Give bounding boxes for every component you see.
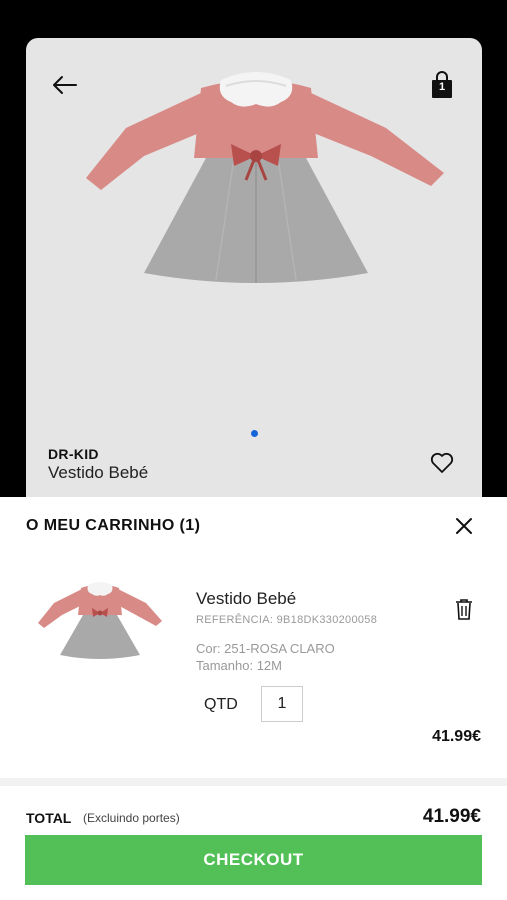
total-label: TOTAL <box>26 810 72 826</box>
cart-item-thumbnail <box>38 582 162 659</box>
product-name: Vestido Bebé <box>48 463 149 482</box>
heart-icon <box>430 452 454 473</box>
product-image <box>86 72 444 283</box>
quantity-input[interactable] <box>261 686 303 722</box>
favorite-button[interactable] <box>430 452 454 474</box>
remove-item-button[interactable] <box>455 598 473 620</box>
close-icon <box>456 518 472 534</box>
trash-icon <box>456 599 472 620</box>
cart-item-price: 41.99€ <box>432 728 481 745</box>
close-cart-button[interactable] <box>455 517 473 535</box>
cart-title: O MEU CARRINHO (1) <box>26 517 201 534</box>
quantity-label: QTD <box>204 696 238 713</box>
cart-sheet: O MEU CARRINHO (1) Vestido Bebé REFERÊNC… <box>0 497 507 900</box>
cart-item-color: Cor: 251-ROSA CLARO <box>196 641 335 656</box>
total-value: 41.99€ <box>422 806 481 827</box>
checkout-button[interactable]: CHECKOUT <box>25 835 482 885</box>
product-brand: DR-KID <box>48 446 99 462</box>
cart-item-reference: REFERÊNCIA: 9B18DK330200058 <box>196 614 378 626</box>
carousel-dot-active[interactable] <box>250 430 258 437</box>
cart-item-size: Tamanho: 12M <box>196 658 282 673</box>
carousel-indicator[interactable] <box>26 430 482 437</box>
total-note: (Excluindo portes) <box>83 811 180 825</box>
product-card: 1 DR-KID Vestido Bebé <box>26 38 482 508</box>
cart-footer: TOTAL (Excluindo portes) 41.99€ CHECKOUT <box>0 778 507 900</box>
cart-item-name: Vestido Bebé <box>196 589 297 608</box>
